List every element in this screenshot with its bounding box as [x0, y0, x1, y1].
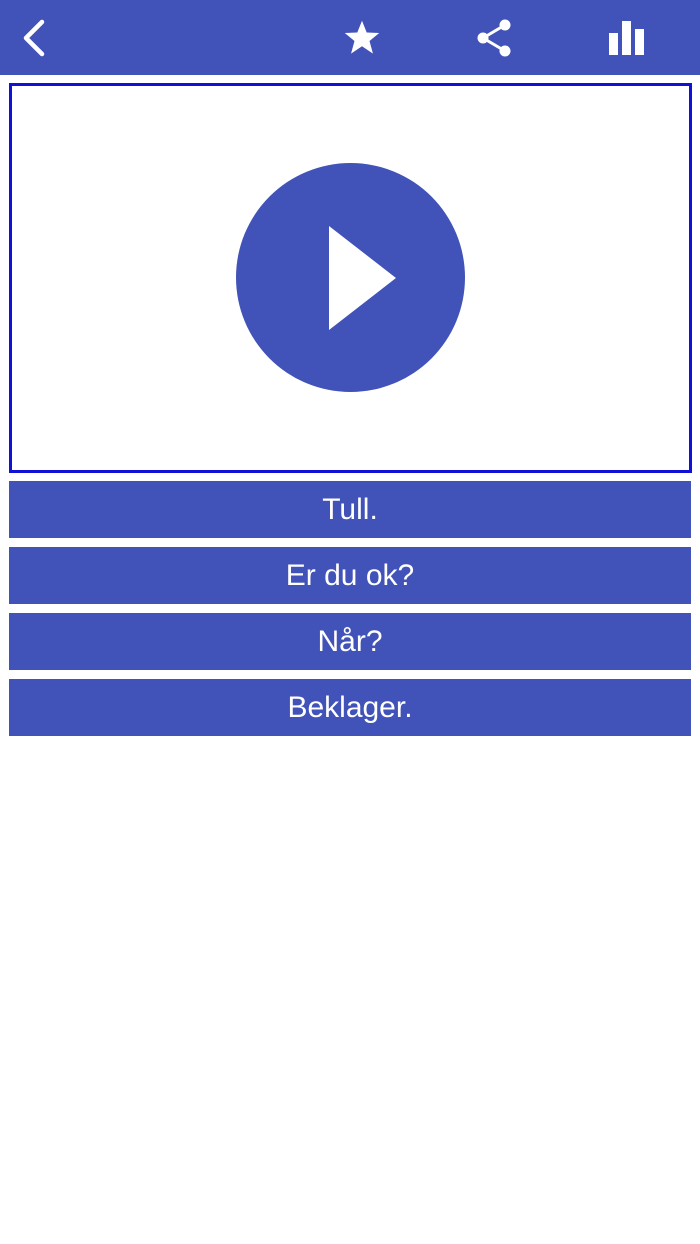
answer-option[interactable]: Beklager. — [9, 679, 691, 736]
statistics-button[interactable] — [602, 0, 650, 75]
play-icon — [329, 226, 396, 330]
answer-option[interactable]: Er du ok? — [9, 547, 691, 604]
share-icon — [477, 19, 511, 56]
play-button[interactable] — [236, 163, 465, 392]
favorite-button[interactable] — [338, 0, 386, 75]
answer-option[interactable]: Tull. — [9, 481, 691, 538]
answer-option[interactable]: Når? — [9, 613, 691, 670]
star-icon — [344, 20, 380, 54]
share-button[interactable] — [470, 0, 518, 75]
audio-player — [9, 83, 692, 473]
back-button[interactable] — [10, 0, 58, 75]
chevron-left-icon — [23, 19, 45, 56]
bar-chart-icon — [609, 20, 644, 55]
top-bar — [0, 0, 700, 75]
